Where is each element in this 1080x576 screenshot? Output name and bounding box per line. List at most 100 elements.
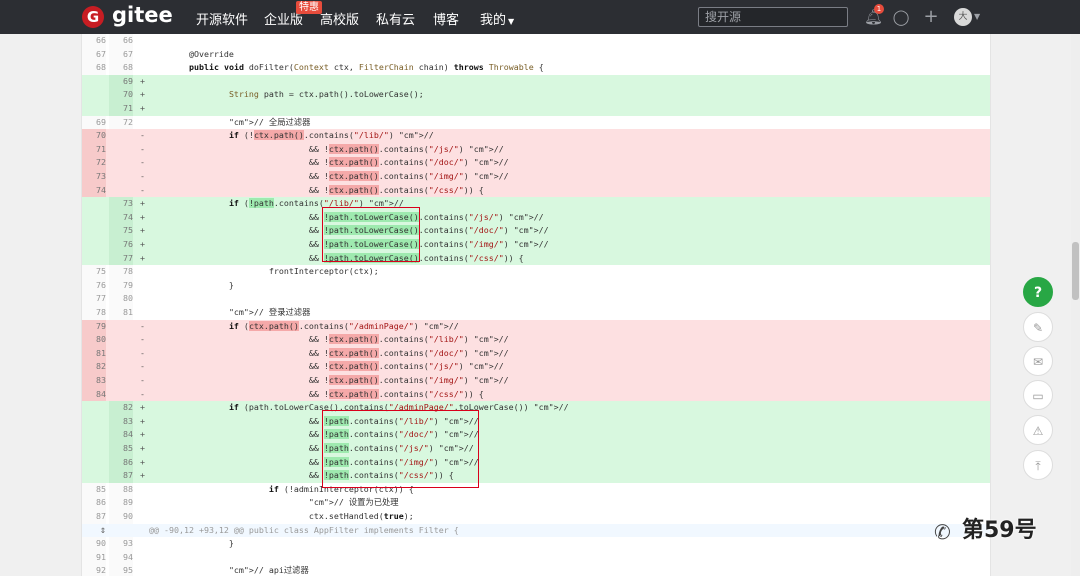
diff-line-add: 77 + && !path.toLowerCase().contains("/cs…	[82, 251, 990, 266]
search-input[interactable]: 搜开源	[698, 7, 848, 27]
diff-sign: -	[140, 388, 145, 399]
diff-sign: +	[140, 89, 145, 100]
old-line-number: 77	[82, 292, 106, 306]
code-text: && !ctx.path().contains("/img/") "cm">//	[149, 375, 509, 385]
diff-line-add: 87 + && !path.contains("/css/")) {	[82, 469, 990, 483]
code-text: frontInterceptor(ctx);	[149, 266, 379, 277]
new-line-number: 72	[109, 115, 133, 130]
diff-line-add: 74 + && !path.toLowerCase().contains("/js…	[82, 210, 990, 225]
diff-line-del: 79 - if (ctx.path().contains("/adminPage/…	[82, 319, 990, 334]
plus-icon[interactable]: +	[922, 8, 940, 26]
code-text: "cm">// 全局过滤器	[228, 116, 311, 127]
page-scrollbar[interactable]	[1071, 34, 1080, 576]
code-text: }	[149, 538, 234, 549]
old-line-number: 74	[82, 183, 106, 198]
diff-line-del: 73 - && !ctx.path().contains("/img/") "cm…	[82, 170, 990, 184]
diff-line-ctx: 92 95 "cm">// api过滤器	[82, 564, 990, 576]
old-line-number: 81	[82, 346, 106, 361]
new-line-number: 77	[109, 251, 133, 266]
old-line-number: 86	[82, 496, 106, 510]
diff-line-ctx: 78 81 "cm">// 登录过滤器	[82, 306, 990, 320]
nav-education[interactable]: 高校版	[320, 9, 359, 28]
top-navigation-bar: G gitee 开源软件 企业版 特惠 高校版 私有云 博客 我的 ▼ 搜开源 🔔…	[0, 0, 1080, 34]
diff-line-add: 76 + && !path.toLowerCase().contains("/im…	[82, 238, 990, 252]
notification-count-badge: 1	[874, 4, 884, 14]
new-line-number: 68	[109, 61, 133, 75]
diff-line-add: 85 + && !path.contains("/js/") "cm">//	[82, 442, 990, 456]
code-text: "cm">// 设置为已处理	[308, 497, 399, 508]
hunk-header-row[interactable]: ⇕ @@ -90,12 +93,12 @@ public class AppFil…	[82, 523, 990, 538]
new-line-number: 74	[109, 210, 133, 225]
old-line-number: 84	[82, 387, 106, 402]
new-line-number: 93	[109, 537, 133, 551]
diff-line-ctx: 86 89 "cm">// 设置为已处理	[82, 496, 990, 510]
back-to-top-icon[interactable]: ⤒	[1023, 450, 1053, 480]
new-line-number: 95	[109, 564, 133, 576]
diff-line-del: 84 - && !ctx.path().contains("/css/")) {	[82, 387, 990, 402]
new-line-number: 87	[109, 469, 133, 483]
edit-icon[interactable]: ✎	[1023, 312, 1053, 342]
avatar-chevron-down-icon[interactable]: ▼	[974, 12, 980, 21]
old-line-number: 68	[82, 61, 106, 75]
code-text: @Override	[149, 48, 234, 59]
code-text: public void doFilter(Context ctx, Filter…	[188, 62, 544, 73]
avatar[interactable]: 大	[954, 8, 972, 26]
new-line-number: 71	[109, 102, 133, 116]
code-text: && !ctx.path().contains("/doc/") "cm">//	[149, 157, 509, 168]
brand-name[interactable]: gitee	[112, 3, 173, 27]
old-line-number: 90	[82, 537, 106, 551]
new-line-number: 66	[109, 34, 133, 48]
diff-line-ctx: 66 66	[82, 34, 990, 48]
old-line-number: 85	[82, 482, 106, 497]
old-line-number: 75	[82, 265, 106, 279]
gitee-logo-icon[interactable]: G	[82, 6, 104, 28]
old-line-number: 73	[82, 170, 106, 184]
diff-line-del: 82 - && !ctx.path().contains("/js/") "cm"…	[82, 360, 990, 374]
nav-private-cloud[interactable]: 私有云	[376, 9, 415, 28]
diff-sign: +	[140, 75, 145, 86]
nav-mine[interactable]: 我的 ▼	[480, 9, 514, 28]
old-line-number: 70	[82, 129, 106, 143]
new-line-number: 73	[109, 197, 133, 211]
nav-open-source[interactable]: 开源软件	[196, 9, 248, 28]
diff-line-add: 75 + && !path.toLowerCase().contains("/do…	[82, 224, 990, 238]
diff-line-add: 70 + String path = ctx.path().toLowerCase…	[82, 88, 990, 102]
new-line-number: 83	[109, 414, 133, 429]
old-line-number: 83	[82, 374, 106, 388]
scrollbar-thumb[interactable]	[1072, 242, 1079, 300]
old-line-number: 69	[82, 115, 106, 130]
report-warning-icon[interactable]: ⚠	[1023, 415, 1053, 445]
code-text: ctx.setHandled(true);	[149, 511, 414, 521]
code-text: }	[149, 279, 234, 290]
help-button[interactable]: ?	[1023, 277, 1053, 307]
code-text: && !ctx.path().contains("/js/") "cm">//	[149, 143, 504, 154]
code-text: if (ctx.path().contains("/adminPage/") "…	[228, 320, 459, 331]
old-line-number: 91	[82, 550, 106, 565]
diff-sign: -	[140, 334, 145, 345]
new-line-number: 80	[109, 292, 133, 306]
old-line-number: 79	[82, 319, 106, 334]
diff-sign: +	[140, 103, 145, 113]
new-line-number: 76	[109, 238, 133, 252]
new-line-number: 69	[109, 74, 133, 89]
new-line-number: 85	[109, 442, 133, 456]
diff-line-ctx: 85 88 if (!adminInterceptor(ctx)) {	[82, 482, 990, 497]
diff-sign: -	[140, 157, 145, 168]
wechat-icon: ✆	[934, 520, 951, 544]
expand-icon[interactable]: ⇕	[100, 524, 106, 538]
nav-mine-label: 我的	[480, 13, 507, 28]
old-line-number: 82	[82, 360, 106, 374]
comment-icon[interactable]: ▭	[1023, 380, 1053, 410]
lightbulb-icon[interactable]: ◯	[892, 8, 910, 26]
diff-line-add: 86 + && !path.contains("/img/") "cm">//	[82, 455, 990, 470]
new-line-number: 70	[109, 88, 133, 102]
diff-line-del: 74 - && !ctx.path().contains("/css/")) {	[82, 183, 990, 198]
diff-line-ctx: 87 90 ctx.setHandled(true);	[82, 510, 990, 524]
highlight-box-path-contains	[322, 410, 479, 488]
diff-line-ctx: 75 78 frontInterceptor(ctx);	[82, 265, 990, 279]
new-line-number: 90	[109, 510, 133, 524]
old-line-number: 67	[82, 47, 106, 62]
diff-line-add: 71 +	[82, 102, 990, 116]
mail-icon[interactable]: ✉	[1023, 346, 1053, 376]
nav-blog[interactable]: 博客	[433, 9, 459, 28]
